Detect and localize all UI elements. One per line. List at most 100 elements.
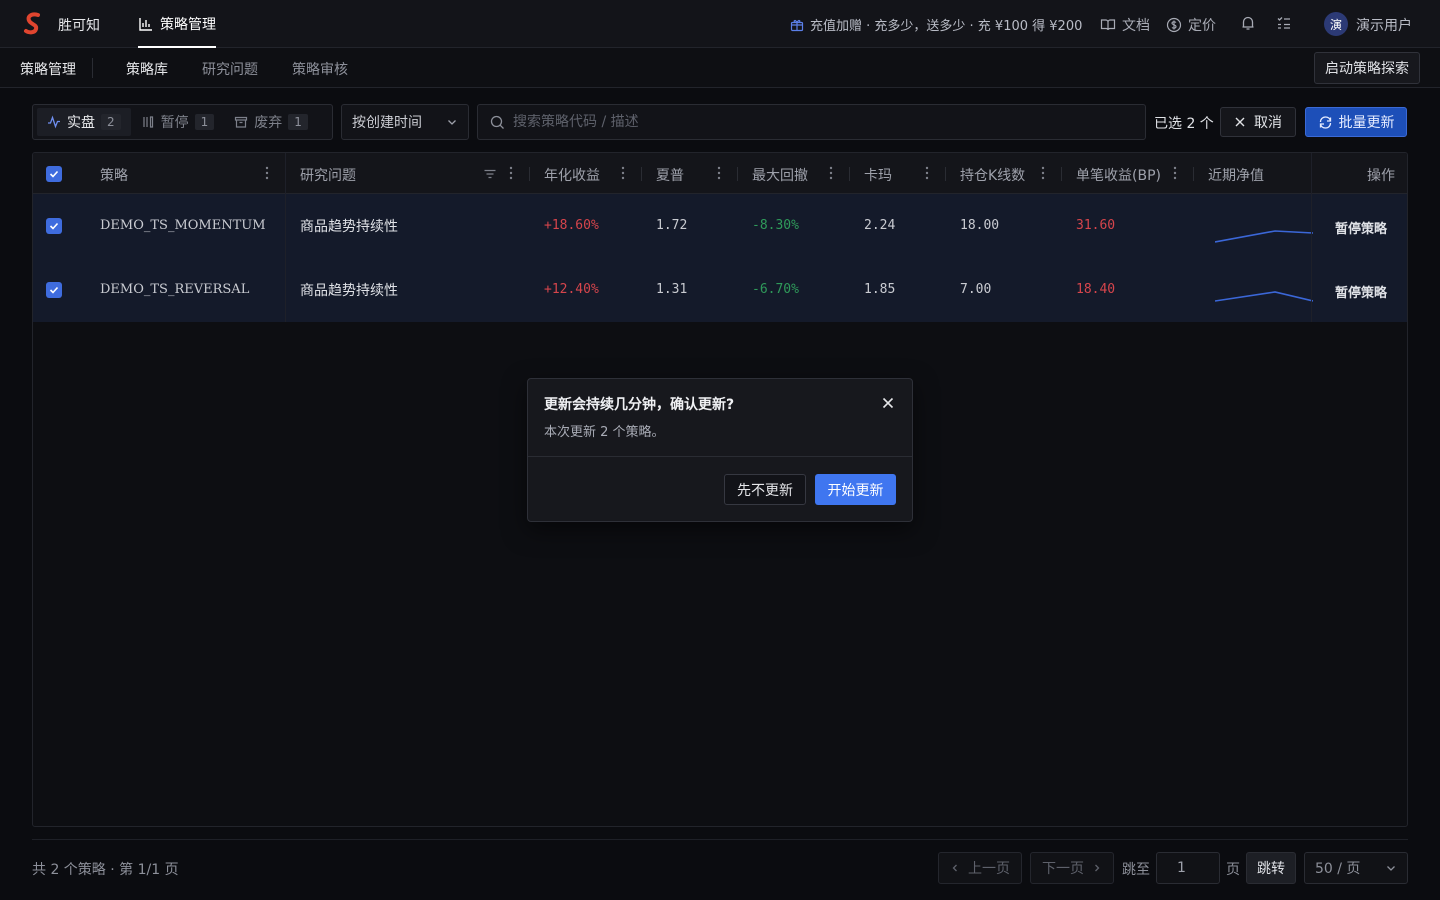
row-checkbox[interactable] [46,282,62,298]
dialog-description: 本次更新 2 个策略。 [544,425,665,440]
pause-columns-icon [143,116,153,128]
strategy-code[interactable]: DEMO_TS_REVERSAL [100,282,249,297]
promo-text: 充值加赠 · 充多少，送多少 · 充 ¥100 得 ¥200 [810,19,1083,34]
filter-icon[interactable] [483,167,497,181]
col-strategy[interactable]: 策略 [100,165,128,185]
recharge-promo[interactable]: 充值加赠 · 充多少，送多少 · 充 ¥100 得 ¥200 [790,15,1082,34]
prev-page-button[interactable]: 上一页 [938,852,1022,884]
annual-return: +12.40% [544,282,599,297]
filter-live[interactable]: 实盘 2 [37,108,131,136]
max-drawdown: -6.70% [752,282,799,297]
pricing-link[interactable]: 定价 [1166,15,1216,35]
per-trade-bp: 18.40 [1076,282,1116,297]
column-divider [1061,167,1062,181]
filter-abandoned[interactable]: 废弃 1 [224,108,318,136]
jump-button[interactable]: 跳转 [1246,852,1296,884]
column-menu-icon[interactable] [1041,166,1045,180]
pagination-summary: 共 2 个策略 · 第 1/1 页 [32,862,179,878]
strategy-code[interactable]: DEMO_TS_MOMENTUM [100,218,266,233]
bulk-update-label: 批量更新 [1338,115,1395,131]
col-holding-bars[interactable]: 持仓K线数 [960,165,1025,185]
start-update-button[interactable]: 开始更新 [815,474,896,505]
research-problem[interactable]: 商品趋势持续性 [300,280,398,300]
bell-icon[interactable] [1239,14,1257,32]
calmar: 2.24 [864,218,896,233]
page-size-select[interactable]: 50 / 页 [1304,852,1408,884]
sticky-column-divider [285,153,286,322]
column-menu-icon[interactable] [925,166,929,180]
col-calmar[interactable]: 卡玛 [864,165,892,185]
select-all-checkbox[interactable] [46,166,62,182]
next-page-button[interactable]: 下一页 [1030,852,1114,884]
dialog-title: 更新会持续几分钟，确认更新? [544,397,735,413]
pause-strategy-button[interactable]: 暂停策略 [1335,218,1387,237]
book-icon [1100,19,1116,31]
column-menu-icon[interactable] [829,166,833,180]
table-row[interactable]: DEMO_TS_MOMENTUM 商品趋势持续性 +18.60% 1.72 -8… [33,194,1407,258]
pause-strategy-button[interactable]: 暂停策略 [1335,282,1387,301]
jump-to-label: 跳至 [1122,862,1150,878]
tab-strategy-review[interactable]: 策略审核 [292,59,348,79]
filter-paused[interactable]: 暂停 1 [131,108,225,136]
column-menu-icon[interactable] [265,166,269,180]
col-recent-nav: 近期净值 [1208,168,1264,184]
cancel-selection-button[interactable]: 取消 [1220,107,1296,137]
col-sharpe[interactable]: 夏普 [656,165,684,185]
not-now-button[interactable]: 先不更新 [724,474,806,505]
holding-bars: 18.00 [960,218,1000,233]
logo-icon[interactable] [22,12,44,36]
column-divider [737,167,738,181]
column-divider [529,167,530,181]
column-menu-icon[interactable] [717,166,721,180]
check-icon [49,286,59,294]
col-per-trade-bp[interactable]: 单笔收益(BP) [1076,165,1161,185]
tab-strategy-library[interactable]: 策略库 [126,59,168,79]
row-checkbox[interactable] [46,218,62,234]
column-divider [641,167,642,181]
search-icon [490,115,504,129]
check-icon [49,222,59,230]
column-menu-icon[interactable] [1173,166,1177,180]
column-divider [849,167,850,181]
column-divider [945,167,946,181]
column-menu-icon[interactable] [621,166,625,180]
section-title: 策略管理 [20,62,76,78]
user-avatar[interactable]: 演 [1324,12,1348,36]
username[interactable]: 演示用户 [1356,15,1412,35]
archive-icon [235,116,248,128]
top-navbar: 胜可知 策略管理 充值加赠 · 充多少，送多少 · 充 ¥100 得 ¥200 … [0,0,1440,48]
nav-strategy-management[interactable]: 策略管理 [138,0,216,48]
research-problem[interactable]: 商品趋势持续性 [300,216,398,236]
docs-label: 文档 [1122,18,1150,34]
col-research-problem[interactable]: 研究问题 [300,165,356,185]
status-filter-group: 实盘 2 暂停 1 废弃 1 [32,104,333,140]
sticky-column-divider [1311,153,1312,322]
cancel-label: 取消 [1254,115,1282,131]
close-icon [1235,117,1245,127]
filter-live-label: 实盘 [67,115,95,131]
page-unit-label: 页 [1226,862,1240,878]
nav-label: 策略管理 [160,17,216,33]
divider [92,58,93,78]
sort-select[interactable]: 按创建时间 [341,104,469,140]
pricing-label: 定价 [1188,18,1216,34]
column-menu-icon[interactable] [509,166,513,180]
tab-research-problems[interactable]: 研究问题 [202,59,258,79]
brand-name[interactable]: 胜可知 [58,15,100,35]
checklist-icon[interactable] [1275,14,1293,32]
start-exploration-button[interactable]: 启动策略探索 [1314,52,1420,84]
close-icon[interactable] [881,396,895,410]
dollar-circle-icon [1166,17,1182,33]
col-annual-return[interactable]: 年化收益 [544,165,600,185]
table-row[interactable]: DEMO_TS_REVERSAL 商品趋势持续性 +12.40% 1.31 -6… [33,258,1407,322]
footer-divider [32,839,1408,840]
col-max-drawdown[interactable]: 最大回撤 [752,165,808,185]
bar-chart-icon [139,18,152,31]
docs-link[interactable]: 文档 [1100,15,1150,35]
search-input[interactable] [513,114,1113,130]
page-number-input[interactable]: 1 [1156,852,1220,884]
annual-return: +18.60% [544,218,599,233]
selected-count: 已选 2 个 [1154,116,1214,132]
bulk-update-button[interactable]: 批量更新 [1305,107,1407,137]
per-trade-bp: 31.60 [1076,218,1116,233]
